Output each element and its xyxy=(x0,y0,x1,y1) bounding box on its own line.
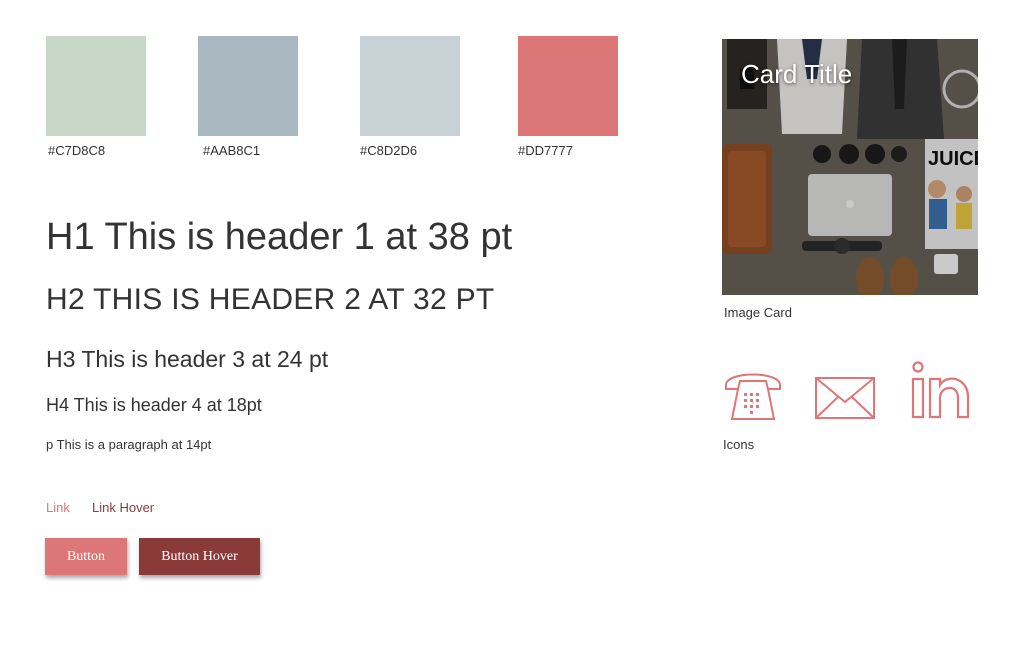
heading-2-sample: H2 This is header 2 at 32 pt xyxy=(46,283,495,316)
heading-1-sample: H1 This is header 1 at 38 pt xyxy=(46,216,513,258)
swatch-slate xyxy=(198,36,298,136)
heading-3-sample: H3 This is header 3 at 24 pt xyxy=(46,346,329,372)
swatch-light-gray xyxy=(360,36,460,136)
phone-icon xyxy=(725,373,781,420)
swatch-label-slate: #AAB8C1 xyxy=(203,143,261,158)
icons-caption: Icons xyxy=(723,437,755,452)
mail-icon xyxy=(815,377,875,419)
image-card[interactable]: JUICE Card Title xyxy=(722,39,978,295)
linkedin-icon xyxy=(911,361,970,419)
image-card-caption: Image Card xyxy=(724,305,792,320)
link-hover-sample[interactable]: Link Hover xyxy=(92,500,154,515)
button-sample[interactable]: Button xyxy=(45,538,127,575)
swatch-label-coral: #DD7777 xyxy=(518,143,573,158)
swatch-green xyxy=(46,36,146,136)
swatch-label-light-gray: #C8D2D6 xyxy=(360,143,418,158)
button-hover-sample[interactable]: Button Hover xyxy=(139,538,260,575)
heading-4-sample: H4 This is header 4 at 18pt xyxy=(46,395,262,415)
swatch-label-green: #C7D8C8 xyxy=(48,143,106,158)
swatch-coral xyxy=(518,36,618,136)
paragraph-sample: p This is a paragraph at 14pt xyxy=(46,437,212,452)
card-title: Card Title xyxy=(741,59,853,89)
link-sample[interactable]: Link xyxy=(46,500,70,515)
